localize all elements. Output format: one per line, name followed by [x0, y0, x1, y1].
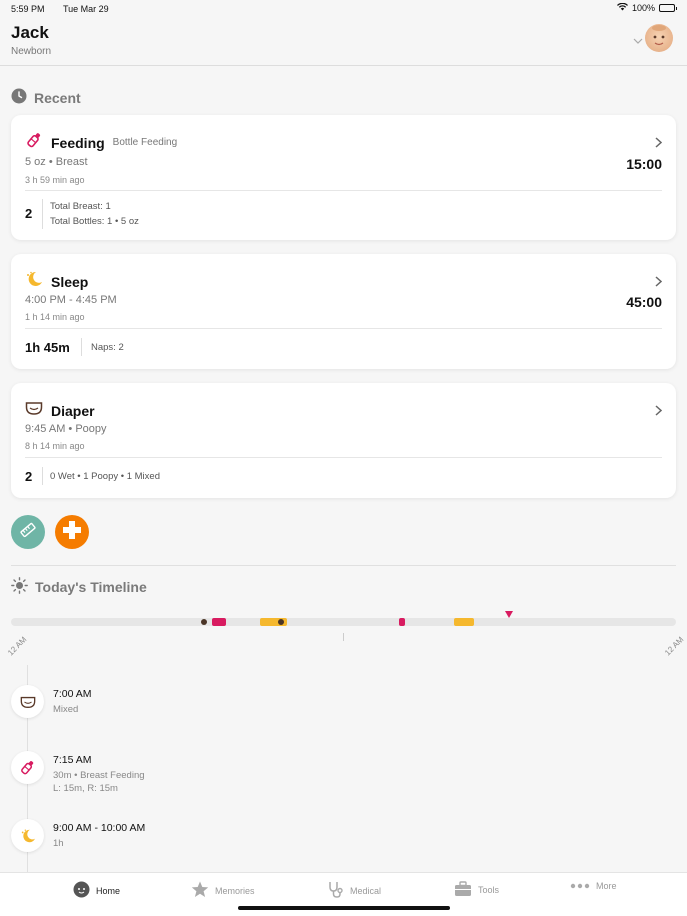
timeline-start-label: 12 AM — [6, 634, 29, 658]
timeline-diaper-event[interactable] — [201, 619, 207, 625]
status-time: 5:59 PM — [11, 4, 45, 14]
status-right: 100% — [616, 2, 677, 13]
sleep-title: Sleep — [51, 273, 89, 290]
chevron-right-icon — [655, 403, 663, 421]
wifi-icon — [616, 2, 628, 13]
diaper-card[interactable]: Diaper 9:45 AM • Poopy 8 h 14 min ago 2 … — [11, 383, 676, 498]
entry-time: 7:15 AM — [53, 754, 92, 766]
stat-separator — [81, 338, 82, 356]
sleep-naps: Naps: 2 — [91, 342, 124, 353]
timeline-feeding-event[interactable] — [212, 618, 226, 626]
toolbox-icon — [454, 881, 472, 899]
feeding-timer: 15:00 — [626, 156, 662, 172]
entry-description: Mixed — [53, 704, 79, 715]
timeline-diaper-event[interactable] — [278, 619, 284, 625]
tab-medical[interactable]: Medical — [327, 881, 381, 900]
tab-home[interactable]: Home — [73, 881, 120, 900]
diaper-icon — [11, 685, 44, 718]
diaper-icon — [25, 399, 43, 422]
avatar[interactable] — [645, 24, 673, 52]
medical-cross-icon — [61, 519, 83, 546]
bottle-icon — [11, 751, 44, 784]
tab-tools-label: Tools — [478, 885, 500, 895]
divider — [25, 328, 662, 329]
tab-more[interactable]: More — [570, 881, 617, 891]
sun-icon — [11, 577, 28, 597]
child-name[interactable]: Jack — [11, 23, 49, 43]
battery-percent: 100% — [631, 3, 655, 13]
sleep-total: 1h 45m — [25, 340, 70, 355]
status-bar: 5:59 PM Tue Mar 29 100% — [0, 0, 687, 18]
home-indicator — [238, 906, 450, 910]
feeding-ago: 3 h 59 min ago — [25, 175, 85, 185]
diaper-title: Diaper — [51, 402, 95, 419]
diaper-detail: 9:45 AM • Poopy — [25, 423, 107, 435]
ellipsis-icon — [570, 881, 590, 891]
recent-section-title: Recent — [11, 88, 81, 107]
stat-separator — [42, 467, 43, 485]
diaper-ago: 8 h 14 min ago — [25, 441, 85, 451]
chevron-right-icon — [655, 274, 663, 292]
feeding-subtitle: Bottle Feeding — [112, 137, 178, 148]
growth-button[interactable] — [11, 515, 45, 549]
tab-medical-label: Medical — [350, 885, 382, 896]
battery-icon — [659, 4, 677, 12]
tab-memories-label: Memories — [215, 885, 255, 896]
baby-face-icon — [73, 881, 90, 900]
tab-home-label: Home — [96, 885, 121, 896]
child-stage: Newborn — [11, 46, 52, 57]
entry-time: 7:00 AM — [53, 688, 92, 700]
sleep-card[interactable]: Sleep 4:00 PM - 4:45 PM 45:00 1 h 14 min… — [11, 254, 676, 369]
recent-label: Recent — [34, 89, 81, 106]
ruler-icon — [19, 521, 37, 544]
section-divider — [11, 565, 676, 566]
sleep-detail: 4:00 PM - 4:45 PM — [25, 294, 117, 306]
timeline-sleep-event[interactable] — [454, 618, 474, 626]
sleep-ago: 1 h 14 min ago — [25, 312, 85, 322]
chevron-right-icon — [655, 135, 663, 153]
timeline-end-label: 12 AM — [663, 634, 686, 658]
stethoscope-icon — [327, 881, 344, 900]
entry-description: 30m • Breast Feeding L: 15m, R: 15m — [53, 769, 145, 795]
feeding-title: Feeding — [51, 134, 105, 151]
diaper-summary: 0 Wet • 1 Poopy • 1 Mixed — [50, 471, 160, 482]
clock-icon — [11, 88, 27, 107]
feeding-total-breast: Total Breast: 1 — [50, 201, 111, 212]
tab-more-label: More — [596, 881, 617, 891]
divider — [25, 457, 662, 458]
stat-separator — [42, 199, 43, 229]
timeline-feeding-event[interactable] — [399, 618, 405, 626]
entry-description-line: 30m • Breast Feeding — [53, 770, 145, 781]
sleep-icon — [25, 270, 43, 293]
feeding-card[interactable]: Feeding Bottle Feeding 5 oz • Breast 15:… — [11, 115, 676, 240]
feeding-stats: Total Breast: 1 Total Bottles: 1 • 5 oz — [50, 199, 139, 229]
sleep-timer: 45:00 — [626, 294, 662, 310]
chevron-down-icon[interactable] — [633, 31, 643, 49]
timeline-bar[interactable] — [11, 618, 676, 626]
sleep-icon — [11, 819, 44, 852]
entry-time: 9:00 AM - 10:00 AM — [53, 822, 146, 834]
status-date: Tue Mar 29 — [63, 4, 109, 14]
tab-memories[interactable]: Memories — [191, 881, 255, 900]
tab-tools[interactable]: Tools — [454, 881, 499, 899]
feeding-total-bottles: Total Bottles: 1 • 5 oz — [50, 216, 139, 227]
timeline-midday-tick — [343, 633, 344, 641]
divider — [25, 190, 662, 191]
timeline-label: Today's Timeline — [35, 579, 147, 595]
feeding-detail: 5 oz • Breast — [25, 156, 88, 168]
timeline-section-title: Today's Timeline — [11, 577, 147, 597]
entry-description: 1h — [53, 838, 64, 849]
child-header: Jack Newborn — [0, 18, 687, 66]
diaper-count: 2 — [25, 469, 33, 484]
entry-description-line: L: 15m, R: 15m — [53, 783, 118, 794]
star-icon — [191, 881, 209, 900]
feeding-count: 2 — [25, 206, 33, 221]
bottle-icon — [25, 131, 43, 154]
medical-button[interactable] — [55, 515, 89, 549]
